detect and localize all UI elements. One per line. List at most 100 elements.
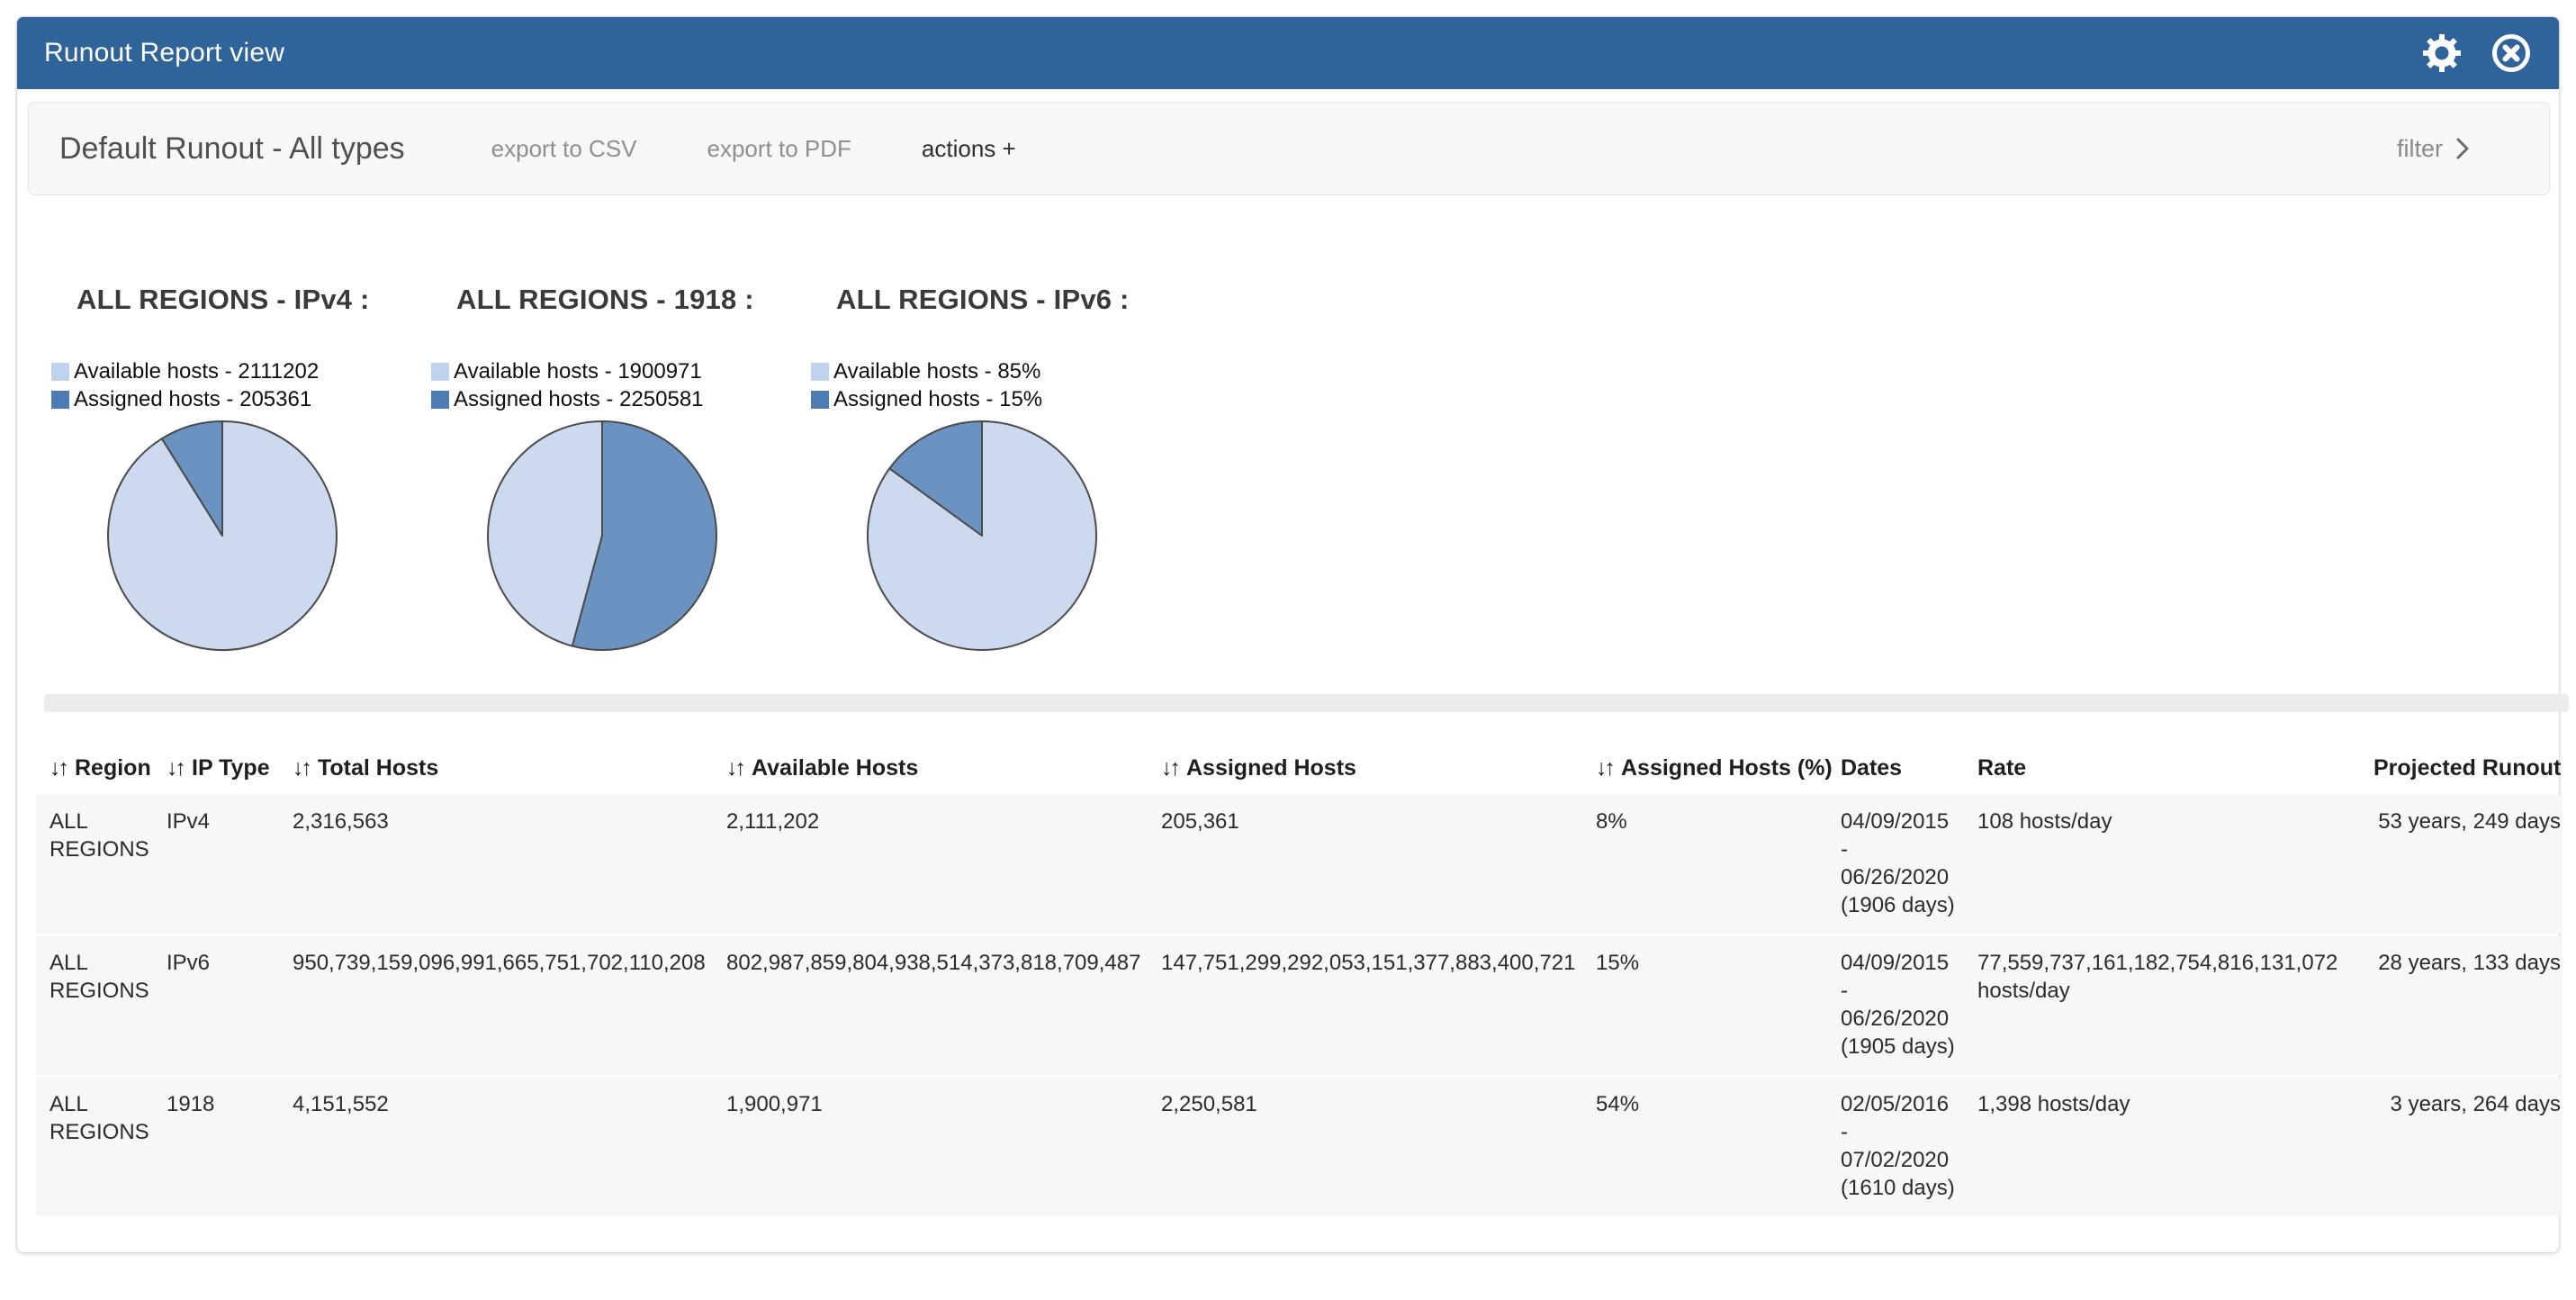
report-toolbar: Default Runout - All types export to CSV… — [28, 102, 2550, 195]
page: Runout Report view — [0, 0, 2576, 1300]
cell-dates: 04/09/2015-06/26/2020(1906 days) — [1841, 795, 1977, 934]
column-header-label: Rate — [1977, 755, 2026, 781]
filter-button[interactable]: filter — [2397, 135, 2470, 163]
close-icon[interactable] — [2490, 32, 2532, 74]
sort-icon: ↓↑ — [1596, 755, 1613, 781]
pie-chart — [482, 415, 723, 656]
legend-swatch — [431, 391, 449, 409]
pie-legend: Available hosts - 1900971 Assigned hosts … — [431, 357, 818, 413]
sort-icon: ↓↑ — [726, 755, 743, 781]
column-header-total-hosts[interactable]: ↓↑ Total Hosts — [293, 750, 726, 792]
cell-available-hosts: 2,111,202 — [726, 795, 1161, 934]
chevron-right-icon — [2455, 137, 2470, 160]
pie-chart-title: ALL REGIONS - IPv4 : — [77, 284, 438, 316]
column-header-region[interactable]: ↓↑ Region — [36, 750, 167, 792]
cell-assigned-hosts: 2,250,581 — [1161, 1078, 1596, 1216]
runout-report-table: ↓↑ Region ↓↑ IP Type ↓↑ Total Hosts ↓↑ Availabl… — [36, 747, 2561, 1219]
legend-label: Available hosts - 1900971 — [454, 359, 702, 384]
legend-item: Assigned hosts - 15% — [811, 385, 1198, 413]
legend-item: Available hosts - 2111202 — [51, 357, 438, 385]
window-title: Runout Report view — [44, 38, 284, 68]
legend-swatch — [431, 363, 449, 381]
cell-ip-type: 1918 — [167, 1078, 293, 1216]
legend-label: Assigned hosts - 2250581 — [454, 387, 704, 412]
pie-chart-panel-3: ALL REGIONS - IPv6 : Available hosts - 85… — [811, 257, 1198, 656]
legend-item: Assigned hosts - 2250581 — [431, 385, 818, 413]
cell-total-hosts: 2,316,563 — [293, 795, 726, 934]
pie-chart-title: ALL REGIONS - IPv6 : — [836, 284, 1198, 316]
sort-icon: ↓↑ — [50, 755, 67, 781]
cell-projected-runout: 53 years, 249 days — [2373, 795, 2561, 934]
cell-available-hosts: 802,987,859,804,938,514,373,818,709,487 — [726, 936, 1161, 1075]
cell-projected-runout: 28 years, 133 days — [2373, 936, 2561, 1075]
cell-assigned-hosts-pct: 54% — [1596, 1078, 1841, 1216]
table-row: ALL REGIONSIPv42,316,5632,111,202205,361… — [36, 795, 2561, 934]
column-header-label: Assigned Hosts — [1186, 755, 1356, 781]
cell-rate: 77,559,737,161,182,754,816,131,072 hosts… — [1977, 936, 2373, 1075]
settings-gear-icon[interactable] — [2420, 32, 2463, 75]
table-header-row: ↓↑ Region ↓↑ IP Type ↓↑ Total Hosts ↓↑ Availabl… — [36, 750, 2561, 792]
filter-label: filter — [2397, 135, 2443, 163]
legend-label: Assigned hosts - 205361 — [74, 387, 311, 412]
cell-dates: 04/09/2015-06/26/2020(1905 days) — [1841, 936, 1977, 1075]
column-header-rate: Rate — [1977, 750, 2373, 792]
legend-item: Available hosts - 1900971 — [431, 357, 818, 385]
pie-chart-title: ALL REGIONS - 1918 : — [456, 284, 818, 316]
column-header-label: Available Hosts — [752, 755, 918, 781]
cell-rate: 1,398 hosts/day — [1977, 1078, 2373, 1216]
legend-item: Assigned hosts - 205361 — [51, 385, 438, 413]
sort-icon: ↓↑ — [293, 755, 310, 781]
column-header-assigned-hosts[interactable]: ↓↑ Assigned Hosts — [1161, 750, 1596, 792]
cell-available-hosts: 1,900,971 — [726, 1078, 1161, 1216]
column-header-label: Region — [75, 755, 151, 781]
pie-legend: Available hosts - 2111202 Assigned hosts … — [51, 357, 438, 413]
legend-label: Assigned hosts - 15% — [833, 387, 1042, 412]
column-header-ip-type[interactable]: ↓↑ IP Type — [167, 750, 293, 792]
export-to-csv-button[interactable]: export to CSV — [491, 135, 637, 163]
divider-strip — [44, 694, 2569, 712]
cell-rate: 108 hosts/day — [1977, 795, 2373, 934]
cell-region: ALL REGIONS — [36, 1078, 167, 1216]
legend-label: Available hosts - 2111202 — [74, 359, 319, 384]
legend-swatch — [51, 363, 69, 381]
cell-dates: 02/05/2016-07/02/2020(1610 days) — [1841, 1078, 1977, 1216]
column-header-label: Assigned Hosts (%) — [1621, 755, 1833, 781]
sort-icon: ↓↑ — [1161, 755, 1178, 781]
pie-chart — [861, 415, 1103, 656]
legend-label: Available hosts - 85% — [833, 359, 1040, 384]
legend-item: Available hosts - 85% — [811, 357, 1198, 385]
cell-region: ALL REGIONS — [36, 795, 167, 934]
column-header-available-hosts[interactable]: ↓↑ Available Hosts — [726, 750, 1161, 792]
legend-swatch — [51, 391, 69, 409]
column-header-label: IP Type — [192, 755, 270, 781]
column-header-label: Projected Runout — [2373, 755, 2561, 781]
table-row: ALL REGIONS19184,151,5521,900,9712,250,5… — [36, 1078, 2561, 1216]
cell-assigned-hosts: 147,751,299,292,053,151,377,883,400,721 — [1161, 936, 1596, 1075]
pie-legend: Available hosts - 85% Assigned hosts - 15… — [811, 357, 1198, 413]
column-header-dates: Dates — [1841, 750, 1977, 792]
report-title: Default Runout - All types — [59, 131, 405, 167]
cell-assigned-hosts-pct: 15% — [1596, 936, 1841, 1075]
cell-assigned-hosts: 205,361 — [1161, 795, 1596, 934]
cell-assigned-hosts-pct: 8% — [1596, 795, 1841, 934]
column-header-projected-runout: Projected Runout — [2373, 750, 2561, 792]
cell-ip-type: IPv4 — [167, 795, 293, 934]
cell-ip-type: IPv6 — [167, 936, 293, 1075]
column-header-label: Total Hosts — [318, 755, 438, 781]
legend-swatch — [811, 363, 829, 381]
column-header-assigned-hosts-pct[interactable]: ↓↑ Assigned Hosts (%) — [1596, 750, 1841, 792]
table-row: ALL REGIONSIPv6950,739,159,096,991,665,7… — [36, 936, 2561, 1075]
cell-total-hosts: 950,739,159,096,991,665,751,702,110,208 — [293, 936, 726, 1075]
pie-chart-panel-1: ALL REGIONS - IPv4 : Available hosts - 21… — [51, 257, 438, 656]
legend-swatch — [811, 391, 829, 409]
window-titlebar: Runout Report view — [17, 17, 2559, 89]
export-to-pdf-button[interactable]: export to PDF — [707, 135, 851, 163]
sort-icon: ↓↑ — [167, 755, 184, 781]
actions-button[interactable]: actions + — [922, 135, 1016, 163]
pie-chart — [102, 415, 343, 656]
cell-total-hosts: 4,151,552 — [293, 1078, 726, 1216]
cell-projected-runout: 3 years, 264 days — [2373, 1078, 2561, 1216]
column-header-label: Dates — [1841, 755, 1902, 781]
cell-region: ALL REGIONS — [36, 936, 167, 1075]
pie-chart-panel-2: ALL REGIONS - 1918 : Available hosts - 19… — [431, 257, 818, 656]
